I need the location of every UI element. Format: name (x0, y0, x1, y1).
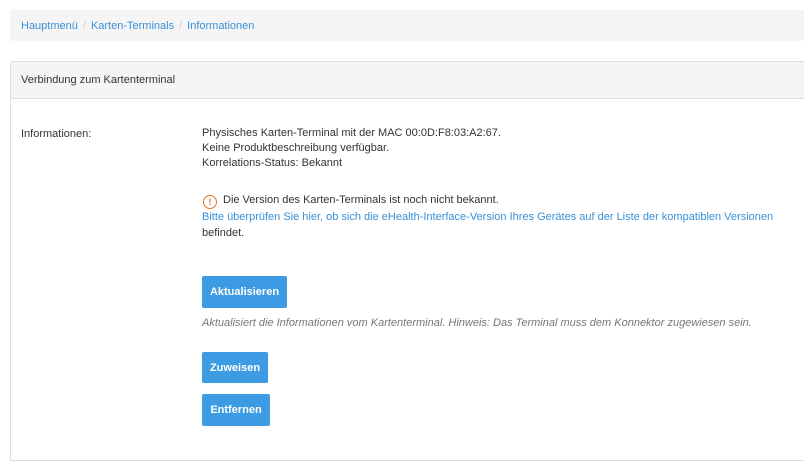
update-button[interactable]: Aktualisieren (202, 276, 287, 308)
breadcrumb-separator: / (82, 19, 86, 32)
connection-panel: Verbindung zum Kartenterminal Informatio… (10, 61, 804, 461)
breadcrumb-item-hauptmenu[interactable]: Hauptmenü (21, 20, 78, 32)
info-line-description: Keine Produktbeschreibung verfügbar. (202, 142, 390, 154)
assign-button[interactable]: Zuweisen (202, 352, 268, 383)
update-hint: Aktualisiert die Informationen vom Karte… (202, 317, 752, 329)
warning-text: Die Version des Karten-Terminals ist noc… (223, 194, 499, 206)
warning-suffix: befindet. (202, 227, 245, 239)
remove-button[interactable]: Entfernen (202, 394, 270, 426)
version-warning: ! Die Version des Karten-Terminals ist no… (202, 192, 804, 241)
panel-title: Verbindung zum Kartenterminal (21, 74, 176, 86)
breadcrumb-item-karten-terminals[interactable]: Karten-Terminals (91, 20, 174, 32)
exclamation-circle-icon: ! (203, 195, 217, 209)
info-block: Physisches Karten-Terminal mit der MAC 0… (202, 126, 802, 171)
info-label: Informationen: (21, 128, 92, 140)
panel-heading: Verbindung zum Kartenterminal (11, 62, 804, 99)
info-line-correlation-status: Korrelations-Status: Bekannt (202, 157, 343, 169)
info-line-mac: Physisches Karten-Terminal mit der MAC 0… (202, 127, 501, 139)
compatible-versions-link[interactable]: Bitte überprüfen Sie hier, ob sich die e… (202, 211, 773, 223)
breadcrumb: Hauptmenü / Karten-Terminals / Informati… (10, 10, 804, 41)
breadcrumb-item-informationen: Informationen (187, 19, 255, 32)
breadcrumb-separator: / (179, 19, 183, 32)
